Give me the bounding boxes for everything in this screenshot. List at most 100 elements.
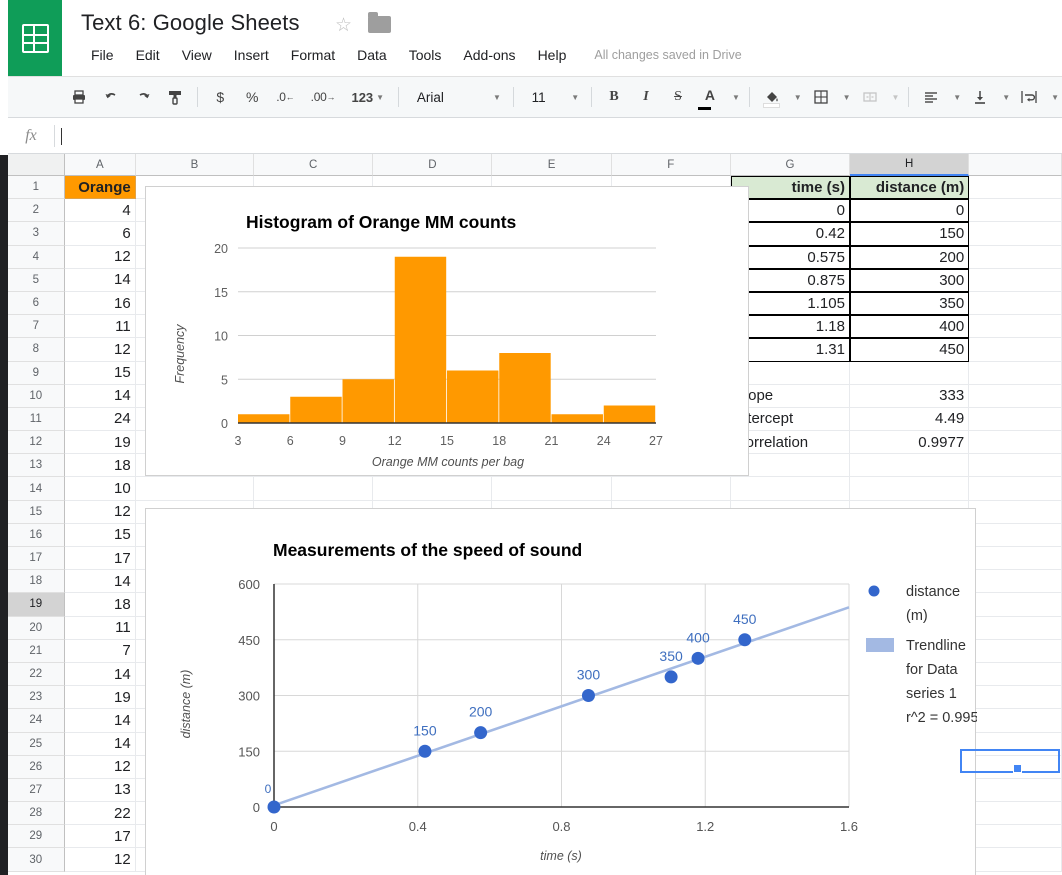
- cell-H5[interactable]: 300: [850, 269, 969, 292]
- percent-button[interactable]: %: [239, 84, 265, 110]
- row-header-24[interactable]: 24: [8, 709, 65, 732]
- cell-G14[interactable]: [731, 477, 850, 500]
- cell-I9[interactable]: [969, 362, 1062, 385]
- row-header-20[interactable]: 20: [8, 617, 65, 640]
- column-header-b[interactable]: B: [136, 154, 254, 176]
- bold-button[interactable]: B: [601, 84, 627, 110]
- text-color-button[interactable]: A: [697, 84, 723, 110]
- undo-button[interactable]: [98, 84, 124, 110]
- print-button[interactable]: [66, 84, 92, 110]
- cell-A25[interactable]: 14: [65, 733, 136, 756]
- cell-I27[interactable]: [969, 779, 1062, 802]
- menu-addons[interactable]: Add-ons: [452, 44, 526, 66]
- column-header-g[interactable]: G: [731, 154, 850, 176]
- sheets-logo[interactable]: [8, 0, 62, 76]
- cell-A23[interactable]: 19: [65, 686, 136, 709]
- cell-C14[interactable]: [254, 477, 373, 500]
- cell-I23[interactable]: [969, 686, 1062, 709]
- cell-I28[interactable]: [969, 802, 1062, 825]
- cell-H8[interactable]: 450: [850, 338, 969, 361]
- cell-A4[interactable]: 12: [65, 246, 136, 269]
- cell-F14[interactable]: [612, 477, 731, 500]
- cell-A8[interactable]: 12: [65, 338, 136, 361]
- cell-I5[interactable]: [969, 269, 1062, 292]
- cell-A14[interactable]: 10: [65, 477, 136, 500]
- table-row[interactable]: 1410: [8, 477, 1062, 500]
- cell-A6[interactable]: 16: [65, 292, 136, 315]
- selected-cell-h19[interactable]: [960, 749, 1060, 773]
- cell-I8[interactable]: [969, 338, 1062, 361]
- cell-I13[interactable]: [969, 454, 1062, 477]
- row-header-12[interactable]: 12: [8, 431, 65, 454]
- cell-A30[interactable]: 12: [65, 848, 136, 871]
- cell-I2[interactable]: [969, 199, 1062, 222]
- fill-color-chevron-down-icon[interactable]: ▼: [791, 84, 802, 110]
- cell-H1[interactable]: distance (m): [850, 176, 969, 199]
- row-header-4[interactable]: 4: [8, 246, 65, 269]
- cell-A13[interactable]: 18: [65, 454, 136, 477]
- merge-cells-icon[interactable]: [857, 84, 883, 110]
- wrap-chevron-down-icon[interactable]: ▼: [1048, 84, 1059, 110]
- font-size-select[interactable]: 11▼: [526, 84, 586, 110]
- cell-A20[interactable]: 11: [65, 617, 136, 640]
- cell-B14[interactable]: [136, 477, 254, 500]
- text-wrap-icon[interactable]: [1016, 84, 1042, 110]
- paint-format-icon[interactable]: [162, 84, 188, 110]
- row-header-11[interactable]: 11: [8, 408, 65, 431]
- cell-H11[interactable]: 4.49: [850, 408, 969, 431]
- cell-I12[interactable]: [969, 431, 1062, 454]
- row-header-16[interactable]: 16: [8, 524, 65, 547]
- cell-H12[interactable]: 0.9977: [850, 431, 969, 454]
- decrease-decimal-button[interactable]: .0←: [271, 84, 299, 110]
- cell-I30[interactable]: [969, 848, 1062, 871]
- row-header-28[interactable]: 28: [8, 802, 65, 825]
- cell-A28[interactable]: 22: [65, 802, 136, 825]
- cell-I16[interactable]: [969, 524, 1062, 547]
- row-header-1[interactable]: 1: [8, 176, 65, 199]
- row-header-15[interactable]: 15: [8, 501, 65, 524]
- more-formats-button[interactable]: 123▼: [346, 84, 389, 110]
- cell-A24[interactable]: 14: [65, 709, 136, 732]
- cell-H9[interactable]: [850, 362, 969, 385]
- folder-icon[interactable]: [368, 16, 391, 33]
- cell-I6[interactable]: [969, 292, 1062, 315]
- formula-input[interactable]: [55, 119, 1062, 153]
- row-header-7[interactable]: 7: [8, 315, 65, 338]
- cell-I4[interactable]: [969, 246, 1062, 269]
- row-header-30[interactable]: 30: [8, 848, 65, 871]
- row-header-14[interactable]: 14: [8, 477, 65, 500]
- menu-insert[interactable]: Insert: [223, 44, 280, 66]
- valign-chevron-down-icon[interactable]: ▼: [999, 84, 1010, 110]
- menu-tools[interactable]: Tools: [398, 44, 453, 66]
- star-icon[interactable]: ☆: [335, 16, 355, 36]
- font-family-select[interactable]: Arial▼: [411, 84, 507, 110]
- cell-H7[interactable]: 400: [850, 315, 969, 338]
- cell-A19[interactable]: 18: [65, 593, 136, 616]
- cell-I15[interactable]: [969, 501, 1062, 524]
- column-header-a[interactable]: A: [65, 154, 136, 176]
- cell-A10[interactable]: 14: [65, 385, 136, 408]
- row-header-3[interactable]: 3: [8, 222, 65, 245]
- row-header-13[interactable]: 13: [8, 454, 65, 477]
- select-all-corner[interactable]: [8, 154, 65, 176]
- menu-help[interactable]: Help: [527, 44, 578, 66]
- redo-button[interactable]: [130, 84, 156, 110]
- row-header-17[interactable]: 17: [8, 547, 65, 570]
- row-header-19[interactable]: 19: [8, 593, 65, 616]
- cell-H2[interactable]: 0: [850, 199, 969, 222]
- currency-button[interactable]: $: [207, 84, 233, 110]
- cell-I14[interactable]: [969, 477, 1062, 500]
- column-header-h[interactable]: H: [850, 154, 969, 176]
- row-header-27[interactable]: 27: [8, 779, 65, 802]
- cell-H3[interactable]: 150: [850, 222, 969, 245]
- cell-E14[interactable]: [492, 477, 611, 500]
- row-header-21[interactable]: 21: [8, 640, 65, 663]
- strikethrough-button[interactable]: S: [665, 84, 691, 110]
- row-header-2[interactable]: 2: [8, 199, 65, 222]
- cell-I24[interactable]: [969, 709, 1062, 732]
- cell-A26[interactable]: 12: [65, 756, 136, 779]
- cell-I7[interactable]: [969, 315, 1062, 338]
- row-header-23[interactable]: 23: [8, 686, 65, 709]
- row-header-5[interactable]: 5: [8, 269, 65, 292]
- borders-icon[interactable]: [808, 84, 834, 110]
